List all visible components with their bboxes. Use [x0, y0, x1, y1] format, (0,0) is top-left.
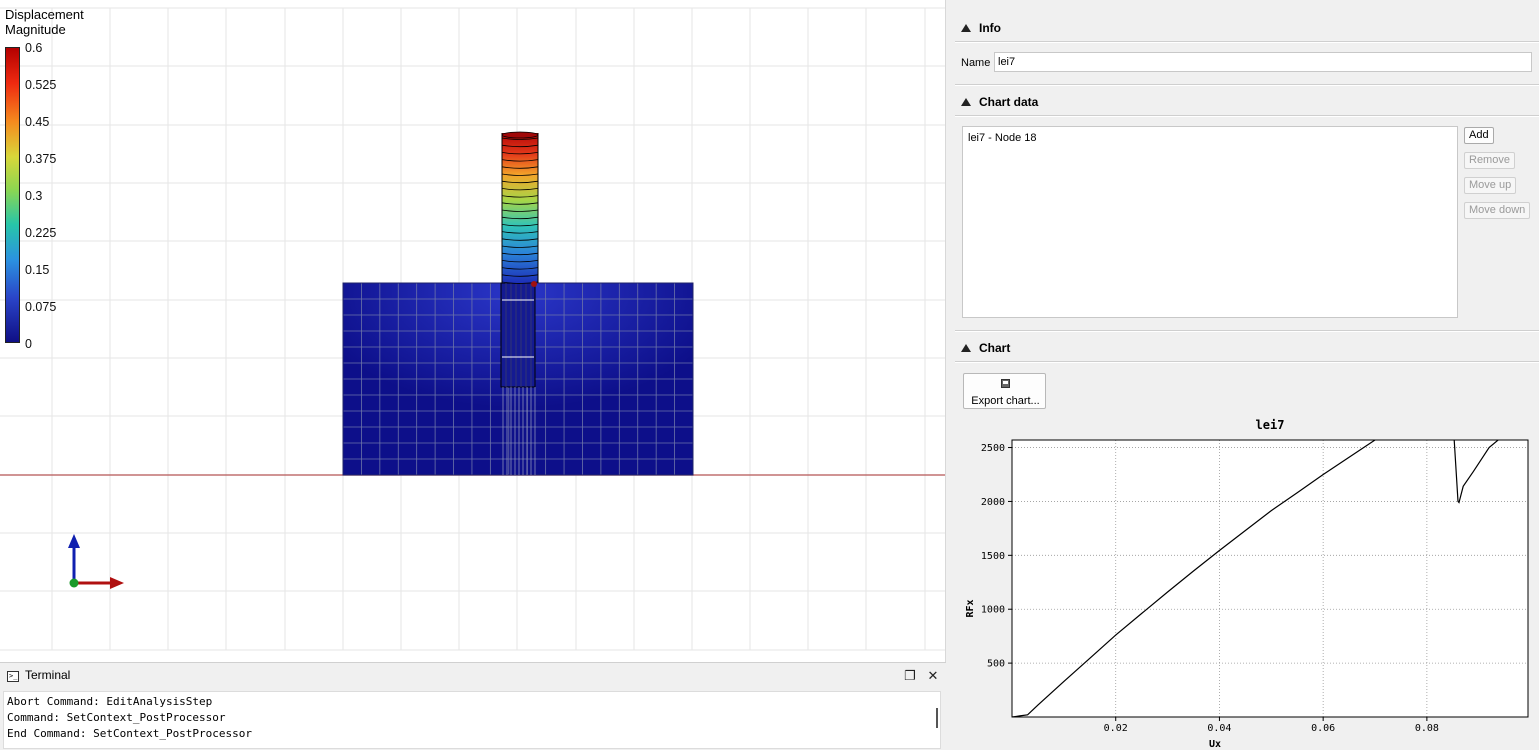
divider: [955, 41, 1539, 43]
restore-icon[interactable]: ❐: [903, 669, 917, 683]
x-axis-arrowhead: [110, 577, 124, 589]
name-input[interactable]: [994, 52, 1532, 72]
divider: [955, 330, 1539, 332]
collapse-triangle-icon[interactable]: [961, 24, 971, 32]
terminal-line: Command: SetContext_PostProcessor: [7, 711, 226, 724]
x-tick-label: 0.06: [1311, 723, 1335, 734]
export-chart-label: Export chart...: [971, 395, 1040, 407]
terminal-panel: >_ Terminal ❐ ✕ Abort Command: EditAnaly…: [0, 662, 946, 750]
axis-triad: [68, 534, 124, 589]
legend-title-line1: Displacement: [5, 7, 84, 22]
y-tick-label: 500: [987, 659, 1005, 670]
add-button[interactable]: Add: [1464, 127, 1494, 144]
legend-tick-label: 0.3: [25, 189, 43, 203]
legend-tick-label: 0.375: [25, 152, 57, 166]
collapse-triangle-icon[interactable]: [961, 98, 971, 106]
x-tick-label: 0.08: [1415, 723, 1439, 734]
chart-data-header-label: Chart data: [979, 95, 1039, 109]
move-up-button[interactable]: Move up: [1464, 177, 1517, 194]
name-label: Name: [961, 57, 991, 69]
y-axis-label: RFx: [965, 599, 976, 617]
legend-title-line2: Magnitude: [5, 22, 66, 37]
scene-canvas[interactable]: [0, 0, 946, 662]
export-chart-button[interactable]: Export chart...: [963, 373, 1046, 409]
divider: [955, 84, 1539, 86]
y-tick-label: 2500: [981, 443, 1005, 454]
x-tick-label: 0.04: [1207, 723, 1231, 734]
rfx-ux-chart[interactable]: lei7 0.02 0.04 0.06 0.08 500 1000 1500 2000 2500 U…: [955, 412, 1539, 750]
legend-tick-label: 0: [25, 337, 32, 351]
divider: [955, 115, 1539, 117]
close-icon[interactable]: ✕: [926, 669, 940, 683]
info-section-header[interactable]: Info: [955, 17, 1539, 39]
x-axis-label: Ux: [1209, 739, 1221, 750]
legend-tick-label: 0.525: [25, 78, 57, 92]
legend-tick-label: 0.15: [25, 263, 50, 277]
series-list[interactable]: lei7 - Node 18: [962, 126, 1458, 318]
list-item[interactable]: lei7 - Node 18: [968, 132, 1037, 144]
y-tick-label: 1000: [981, 605, 1005, 616]
terminal-icon: >_: [7, 671, 19, 682]
z-axis-dot: [69, 578, 79, 588]
legend-tick-label: 0.6: [25, 41, 43, 55]
save-icon: [1001, 379, 1010, 388]
y-tick-label: 1500: [981, 551, 1005, 562]
remove-button[interactable]: Remove: [1464, 152, 1515, 169]
info-header-label: Info: [979, 21, 1001, 35]
chart-data-section-header[interactable]: Chart data: [955, 91, 1539, 113]
selected-node[interactable]: [531, 281, 537, 287]
terminal-output[interactable]: Abort Command: EditAnalysisStep Command:…: [3, 691, 941, 749]
move-down-button[interactable]: Move down: [1464, 202, 1531, 219]
splitter[interactable]: [946, 0, 955, 750]
terminal-scrollbar[interactable]: [936, 708, 938, 728]
terminal-line: End Command: SetContext_PostProcessor: [7, 727, 253, 740]
divider: [955, 361, 1539, 363]
terminal-line: Abort Command: EditAnalysisStep: [7, 695, 213, 708]
collapse-triangle-icon[interactable]: [961, 344, 971, 352]
legend-title: Displacement Magnitude: [5, 7, 84, 37]
pile: [502, 133, 538, 283]
chart-title: lei7: [1256, 418, 1285, 432]
3d-viewport[interactable]: Displacement Magnitude 0.6 0.525 0.45 0.375…: [0, 0, 946, 662]
legend-tick-label: 0.45: [25, 115, 50, 129]
terminal-title: Terminal: [25, 668, 71, 682]
y-axis-arrowhead: [68, 534, 80, 548]
legend-tick-label: 0.075: [25, 300, 57, 314]
chart-header-label: Chart: [979, 341, 1011, 355]
plot-area: [1012, 440, 1528, 717]
chart-section-header[interactable]: Chart: [955, 337, 1539, 359]
y-tick-label: 2000: [981, 497, 1005, 508]
terminal-header: >_ Terminal ❐ ✕: [0, 663, 946, 689]
x-tick-label: 0.02: [1104, 723, 1128, 734]
color-scale-bar: [5, 47, 20, 343]
pile-top: [501, 131, 539, 139]
legend-tick-label: 0.225: [25, 226, 57, 240]
